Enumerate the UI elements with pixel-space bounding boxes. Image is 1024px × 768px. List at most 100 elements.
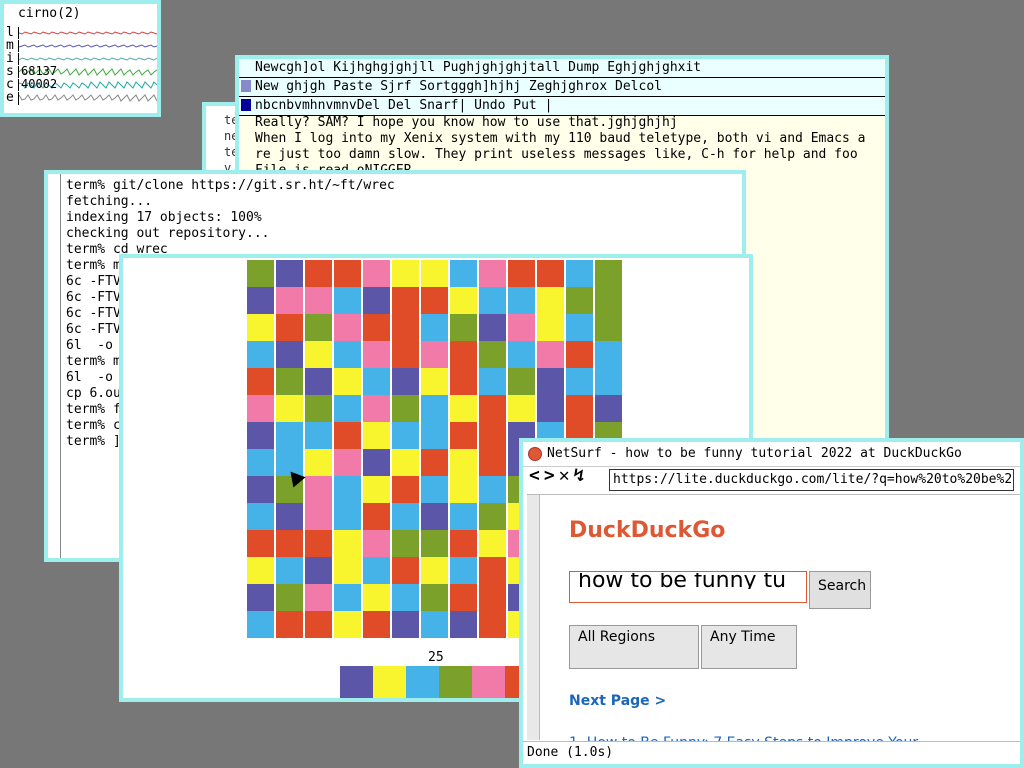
grid-cell[interactable] [479, 503, 506, 530]
browser-nav-buttons[interactable]: <>✕↯ [529, 465, 588, 486]
grid-cell[interactable] [334, 449, 361, 476]
grid-cell[interactable] [334, 314, 361, 341]
grid-cell[interactable] [450, 476, 477, 503]
grid-cell[interactable] [595, 395, 622, 422]
grid-cell[interactable] [392, 368, 419, 395]
grid-cell[interactable] [450, 422, 477, 449]
grid-cell[interactable] [392, 314, 419, 341]
grid-cell[interactable] [421, 341, 448, 368]
grid-cell[interactable] [247, 260, 274, 287]
grid-cell[interactable] [508, 341, 535, 368]
grid-cell[interactable] [247, 395, 274, 422]
grid-cell[interactable] [305, 260, 332, 287]
grid-cell[interactable] [479, 314, 506, 341]
grid-cell[interactable] [363, 503, 390, 530]
terminal-line[interactable]: indexing 17 objects: 100% [66, 210, 395, 226]
grid-cell[interactable] [421, 449, 448, 476]
grid-cell[interactable] [334, 530, 361, 557]
acme-window-tag[interactable]: nbcnbvmhnvmnvDel Del Snarf| Undo Put | [239, 97, 885, 116]
grid-cell[interactable] [537, 314, 564, 341]
grid-cell[interactable] [421, 611, 448, 638]
grid-cell[interactable] [421, 476, 448, 503]
grid-cell[interactable] [392, 449, 419, 476]
column-handle[interactable] [241, 80, 251, 92]
grid-cell[interactable] [247, 503, 274, 530]
grid-cell[interactable] [421, 503, 448, 530]
grid-cell[interactable] [247, 368, 274, 395]
grid-cell[interactable] [479, 449, 506, 476]
acme-tag-2[interactable]: New ghjgh Paste Sjrf Sortgggh]hjhj Zeghj… [255, 79, 662, 95]
grid-cell[interactable] [537, 287, 564, 314]
grid-cell[interactable] [566, 368, 593, 395]
palette-color-swatch[interactable] [406, 666, 439, 698]
grid-cell[interactable] [247, 314, 274, 341]
grid-cell[interactable] [479, 260, 506, 287]
grid-cell[interactable] [363, 314, 390, 341]
grid-cell[interactable] [421, 314, 448, 341]
grid-cell[interactable] [247, 422, 274, 449]
grid-cell[interactable] [276, 314, 303, 341]
grid-cell[interactable] [276, 260, 303, 287]
acme-text-line[interactable]: Really? SAM? I hope you know how to use … [255, 115, 877, 131]
grid-cell[interactable] [305, 530, 332, 557]
grid-cell[interactable] [450, 314, 477, 341]
browser-page[interactable]: DuckDuckGo how to be funny tu Search All… [527, 494, 1020, 751]
grid-cell[interactable] [595, 341, 622, 368]
duckduckgo-logo[interactable]: DuckDuckGo [569, 520, 725, 542]
grid-cell[interactable] [247, 341, 274, 368]
grid-cell[interactable] [392, 422, 419, 449]
grid-cell[interactable] [450, 368, 477, 395]
grid-cell[interactable] [392, 287, 419, 314]
grid-cell[interactable] [334, 584, 361, 611]
grid-cell[interactable] [276, 287, 303, 314]
grid-cell[interactable] [305, 395, 332, 422]
acme-tag-1[interactable]: Newcgh]ol Kijhghgjghjll Pughjghjghjtall … [255, 60, 701, 76]
grid-cell[interactable] [479, 557, 506, 584]
grid-cell[interactable] [363, 584, 390, 611]
grid-cell[interactable] [450, 341, 477, 368]
acme-text-line[interactable]: re just too damn slow. They print useles… [255, 147, 877, 163]
acme-column-tag[interactable]: Newcgh]ol Kijhghgjghjll Pughjghjghjtall … [239, 59, 885, 78]
grid-cell[interactable] [595, 287, 622, 314]
grid-cell[interactable] [392, 395, 419, 422]
grid-cell[interactable] [276, 368, 303, 395]
grid-cell[interactable] [421, 530, 448, 557]
time-select[interactable]: Any Time [701, 625, 797, 669]
chevron-right-icon[interactable]: > [544, 465, 559, 486]
grid-cell[interactable] [305, 557, 332, 584]
grid-cell[interactable] [450, 530, 477, 557]
url-bar[interactable]: https://lite.duckduckgo.com/lite/?q=how%… [609, 469, 1014, 491]
grid-cell[interactable] [450, 449, 477, 476]
grid-cell[interactable] [334, 503, 361, 530]
grid-cell[interactable] [392, 611, 419, 638]
grid-cell[interactable] [421, 395, 448, 422]
grid-cell[interactable] [363, 557, 390, 584]
grid-cell[interactable] [305, 584, 332, 611]
grid-cell[interactable] [276, 422, 303, 449]
grid-cell[interactable] [305, 611, 332, 638]
grid-cell[interactable] [479, 368, 506, 395]
url-text[interactable]: https://lite.duckduckgo.com/lite/?q=how%… [613, 472, 1011, 488]
grid-cell[interactable] [392, 260, 419, 287]
grid-cell[interactable] [595, 368, 622, 395]
grid-cell[interactable] [276, 584, 303, 611]
search-button[interactable]: Search [809, 571, 871, 609]
acme-tag-3[interactable]: nbcnbvmhnvmnvDel Del Snarf| Undo Put | [255, 98, 552, 114]
grid-cell[interactable] [508, 314, 535, 341]
grid-cell[interactable] [363, 449, 390, 476]
grid-cell[interactable] [334, 422, 361, 449]
grid-cell[interactable] [305, 449, 332, 476]
grid-cell[interactable] [566, 260, 593, 287]
palette-color-swatch[interactable] [472, 666, 505, 698]
terminal-line[interactable]: checking out repository... [66, 226, 395, 242]
grid-cell[interactable] [247, 557, 274, 584]
grid-cell[interactable] [450, 395, 477, 422]
grid-cell[interactable] [305, 476, 332, 503]
grid-cell[interactable] [334, 395, 361, 422]
grid-cell[interactable] [392, 476, 419, 503]
region-select[interactable]: All Regions [569, 625, 699, 669]
grid-cell[interactable] [479, 611, 506, 638]
grid-cell[interactable] [479, 395, 506, 422]
grid-cell[interactable] [305, 368, 332, 395]
grid-cell[interactable] [479, 422, 506, 449]
